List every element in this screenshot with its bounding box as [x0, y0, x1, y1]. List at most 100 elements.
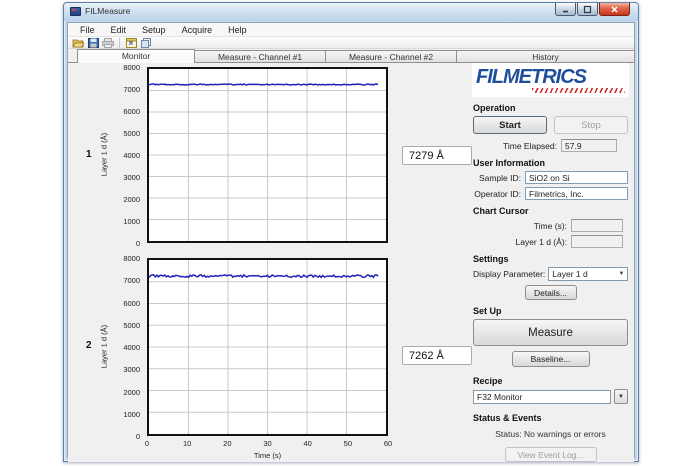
- y-tick-label: 4000: [123, 151, 140, 160]
- stop-button[interactable]: Stop: [554, 116, 628, 134]
- filmeasure-window: FILMeasure FileEditSetupAcquireHelp: [63, 2, 639, 462]
- set-up-section-header: Set Up: [473, 306, 628, 316]
- maximize-icon: [583, 5, 592, 14]
- chart-cursor-section-header: Chart Cursor: [473, 206, 628, 216]
- user-information-section-header: User Information: [473, 158, 628, 168]
- export-icon[interactable]: [125, 37, 137, 48]
- channel-1-label: 1: [86, 149, 92, 160]
- status-events-section-header: Status & Events: [473, 413, 628, 423]
- operation-section-header: Operation: [473, 103, 628, 113]
- menu-edit[interactable]: Edit: [103, 23, 135, 37]
- x-tick-label: 60: [380, 439, 396, 448]
- filmetrics-logo-text: FILMETRICS: [476, 66, 625, 88]
- minimize-icon: [561, 5, 570, 14]
- view-event-log-button[interactable]: View Event Log...: [505, 447, 597, 462]
- maximize-button[interactable]: [577, 3, 598, 16]
- channel-2-thickness-readout: 7262 Å: [402, 346, 472, 365]
- sample-id-input[interactable]: [525, 171, 628, 184]
- start-button[interactable]: Start: [473, 116, 547, 134]
- screenshot-canvas: FILMeasure FileEditSetupAcquireHelp: [0, 0, 700, 466]
- y-tick-label: 5000: [123, 129, 140, 138]
- y-tick-label: 3000: [123, 365, 140, 374]
- open-icon[interactable]: [72, 37, 84, 48]
- menu-acquire[interactable]: Acquire: [174, 23, 221, 37]
- display-parameter-value: Layer 1 d: [549, 269, 616, 279]
- sample-id-label: Sample ID:: [473, 173, 525, 183]
- x-tick-label: 20: [219, 439, 235, 448]
- recipe-section-header: Recipe: [473, 376, 628, 386]
- y-tick-label: 0: [136, 239, 140, 248]
- y-tick-label: 6000: [123, 107, 140, 116]
- y-tick-label: 5000: [123, 321, 140, 330]
- tab-monitor[interactable]: Monitor: [77, 49, 195, 63]
- cursor-layer-value: [571, 235, 623, 248]
- y-tick-label: 6000: [123, 299, 140, 308]
- app-icon: [70, 7, 81, 16]
- settings-section-header: Settings: [473, 254, 628, 264]
- operator-id-label: Operator ID:: [473, 189, 525, 199]
- details-button[interactable]: Details...: [525, 285, 577, 300]
- y-tick-label: 1000: [123, 410, 140, 419]
- operator-id-input[interactable]: [525, 187, 628, 200]
- chart-1-y-axis-label: Layer 1 d (Å): [100, 105, 109, 205]
- display-parameter-label: Display Parameter:: [473, 269, 545, 279]
- close-icon: [610, 5, 619, 14]
- tab-history[interactable]: History: [456, 50, 635, 62]
- x-tick-label: 50: [340, 439, 356, 448]
- close-button[interactable]: [599, 3, 630, 16]
- menu-setup[interactable]: Setup: [134, 23, 174, 37]
- x-tick-label: 0: [139, 439, 155, 448]
- save-icon[interactable]: [87, 37, 99, 48]
- menu-help[interactable]: Help: [220, 23, 255, 37]
- monitor-chart-channel-1[interactable]: [147, 67, 388, 243]
- tab-measure-channel-2[interactable]: Measure - Channel #2: [325, 50, 457, 62]
- y-tick-label: 8000: [123, 254, 140, 263]
- y-tick-label: 7000: [123, 85, 140, 94]
- y-tick-label: 8000: [123, 63, 140, 72]
- chart-1-y-ticks: 010002000300040005000600070008000: [118, 67, 144, 243]
- tab-measure-channel-1[interactable]: Measure - Channel #1: [194, 50, 326, 62]
- channel-2-label: 2: [86, 340, 92, 351]
- recipe-value: F32 Monitor: [474, 392, 610, 402]
- x-tick-label: 30: [260, 439, 276, 448]
- toolbar: [68, 37, 634, 49]
- toolbar-separator: [119, 38, 120, 48]
- filmetrics-logo-hatch: [532, 88, 625, 93]
- chart-2-y-axis-label: Layer 1 d (Å): [100, 297, 109, 397]
- control-sidebar: FILMETRICS Operation Start Stop Time Ela…: [467, 63, 634, 462]
- measure-button[interactable]: Measure: [473, 319, 628, 346]
- time-elapsed-value: 57.9: [561, 139, 617, 152]
- menu-file[interactable]: File: [72, 23, 103, 37]
- chevron-down-icon: ▼: [618, 394, 624, 400]
- chart-area: 1 Layer 1 d (Å) 010002000300040005000600…: [68, 63, 467, 462]
- print-icon[interactable]: [102, 37, 114, 48]
- status-text: Status: No warnings or errors: [473, 429, 628, 439]
- window-content: FileEditSetupAcquireHelp: [67, 22, 635, 458]
- y-tick-label: 2000: [123, 388, 140, 397]
- chart-2-x-ticks: 0102030405060: [147, 439, 388, 449]
- copy-icon[interactable]: [140, 37, 152, 48]
- minimize-button[interactable]: [555, 3, 576, 16]
- x-tick-label: 40: [300, 439, 316, 448]
- y-tick-label: 3000: [123, 173, 140, 182]
- recipe-dropdown-button[interactable]: ▼: [614, 389, 628, 404]
- y-tick-label: 4000: [123, 343, 140, 352]
- window-title: FILMeasure: [85, 6, 130, 16]
- x-tick-label: 10: [179, 439, 195, 448]
- recipe-dropdown[interactable]: F32 Monitor: [473, 390, 611, 404]
- cursor-time-value: [571, 219, 623, 232]
- display-parameter-dropdown[interactable]: Layer 1 d ▼: [548, 267, 628, 281]
- channel-1-thickness-readout: 7279 Å: [402, 146, 472, 165]
- y-tick-label: 7000: [123, 276, 140, 285]
- chevron-down-icon: ▼: [616, 271, 627, 277]
- chart-2-y-ticks: 010002000300040005000600070008000: [118, 258, 144, 436]
- y-tick-label: 2000: [123, 195, 140, 204]
- baseline-button[interactable]: Baseline...: [512, 351, 590, 367]
- monitor-chart-channel-2[interactable]: [147, 258, 388, 436]
- cursor-layer-label: Layer 1 d (Å):: [473, 237, 571, 247]
- title-bar: FILMeasure: [64, 3, 638, 21]
- menu-bar: FileEditSetupAcquireHelp: [68, 23, 634, 37]
- tab-strip: MonitorMeasure - Channel #1Measure - Cha…: [68, 49, 634, 63]
- filmetrics-logo: FILMETRICS: [472, 63, 629, 97]
- cursor-time-label: Time (s):: [473, 221, 571, 231]
